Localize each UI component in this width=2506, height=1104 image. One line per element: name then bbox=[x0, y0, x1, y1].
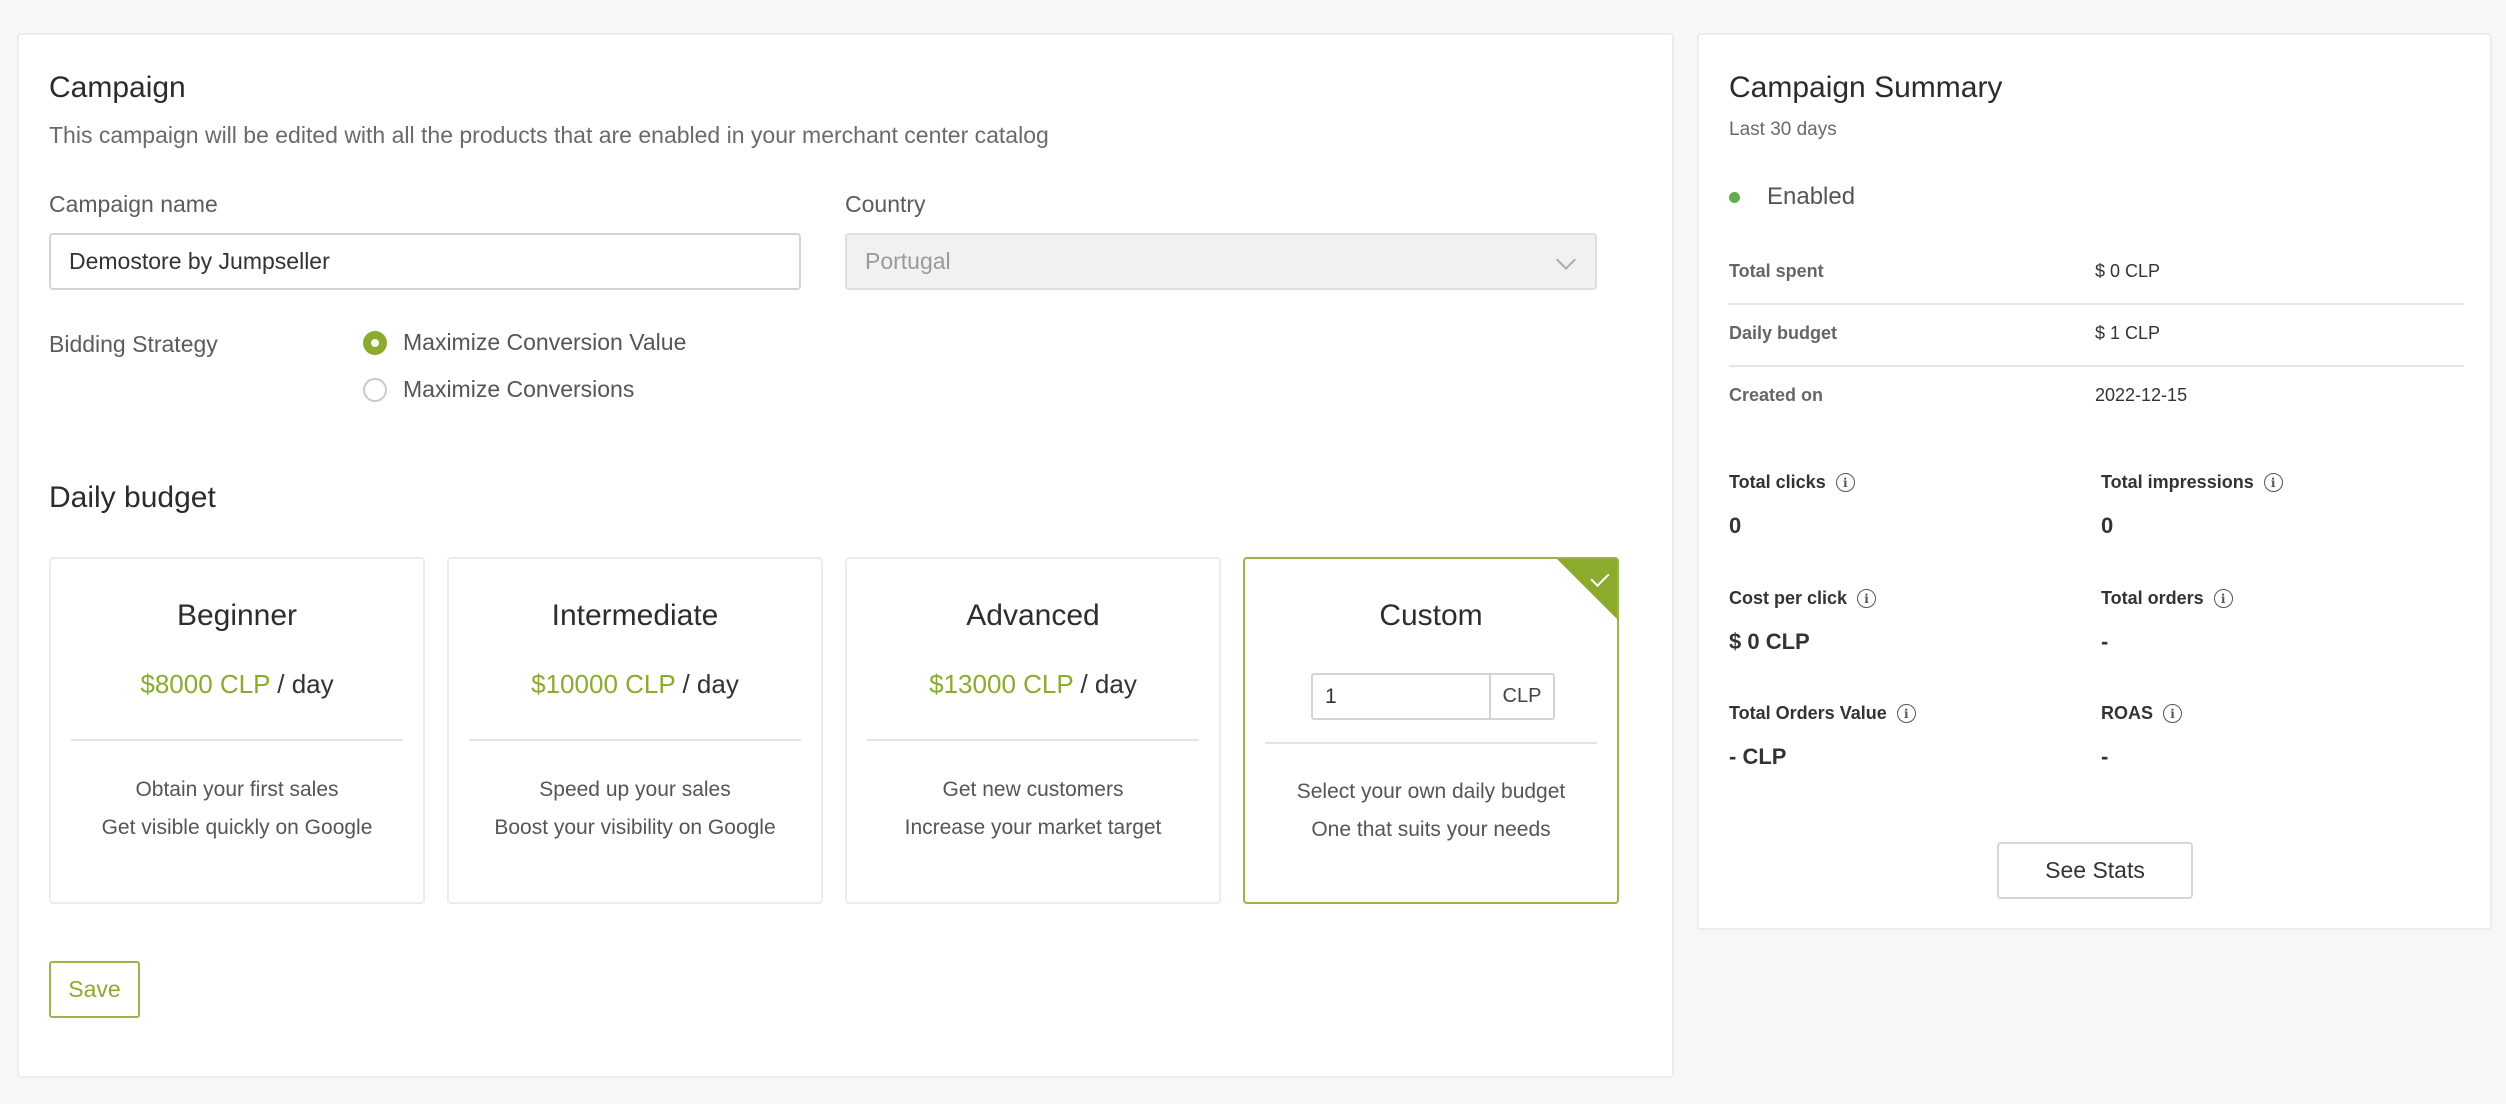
status-label: Enabled bbox=[1767, 183, 1856, 210]
card-desc-line: Select your own daily budget bbox=[1296, 780, 1566, 803]
info-icon[interactable]: i bbox=[1857, 589, 1877, 608]
daily-budget-title: Daily budget bbox=[49, 481, 216, 514]
card-description: Select your own daily budget One that su… bbox=[1245, 773, 1617, 849]
budget-card-advanced[interactable]: Advanced $13000 CLP / day Get new custom… bbox=[845, 557, 1221, 904]
radio-unchecked-icon[interactable] bbox=[363, 377, 387, 402]
summary-row-created-on: Created on 2022-12-15 bbox=[1729, 367, 2464, 429]
campaign-name-input[interactable]: Demostore by Jumpseller bbox=[49, 233, 801, 290]
info-icon[interactable]: i bbox=[2263, 473, 2283, 492]
campaign-panel: Campaign This campaign will be edited wi… bbox=[17, 33, 1674, 1078]
card-desc-line: Increase your market target bbox=[904, 816, 1162, 839]
divider bbox=[1265, 742, 1597, 744]
summary-row-label: Total spent bbox=[1729, 261, 1824, 281]
stat-cost-per-click: Cost per click i $ 0 CLP bbox=[1729, 588, 2089, 655]
card-description: Get new customers Increase your market t… bbox=[847, 771, 1219, 847]
stat-total-orders-value: Total Orders Value i - CLP bbox=[1729, 703, 2089, 770]
stat-value: 0 bbox=[1729, 513, 1742, 538]
card-desc-line: Obtain your first sales bbox=[135, 778, 339, 801]
stat-value: - CLP bbox=[1729, 744, 1787, 769]
summary-period: Last 30 days bbox=[1729, 119, 1837, 140]
summary-row-label: Daily budget bbox=[1729, 323, 1838, 343]
card-amount: $13000 CLP bbox=[929, 669, 1074, 699]
budget-card-custom[interactable]: Custom 1 CLP Select your own daily budge… bbox=[1243, 557, 1619, 904]
radio-label: Maximize Conversions bbox=[403, 376, 635, 402]
chevron-down-icon bbox=[1556, 250, 1576, 270]
card-per-day: / day bbox=[682, 669, 739, 699]
stat-label: Total impressions bbox=[2101, 472, 2254, 492]
stat-label: Cost per click bbox=[1729, 588, 1848, 608]
card-title: Advanced bbox=[966, 599, 1100, 632]
status-dot-icon bbox=[1729, 192, 1740, 203]
campaign-description: This campaign will be edited with all th… bbox=[49, 122, 1049, 148]
card-desc-line: Get new customers bbox=[942, 778, 1124, 801]
campaign-summary-panel: Campaign Summary Last 30 days Enabled To… bbox=[1697, 33, 2492, 930]
card-description: Obtain your first sales Get visible quic… bbox=[51, 771, 423, 847]
info-icon[interactable]: i bbox=[2213, 589, 2233, 608]
stat-value: - bbox=[2101, 744, 2109, 769]
bidding-strategy-label: Bidding Strategy bbox=[49, 331, 218, 357]
stat-label: ROAS bbox=[2101, 703, 2154, 723]
save-button[interactable]: Save bbox=[49, 961, 140, 1018]
budget-card-beginner[interactable]: Beginner $8000 CLP / day Obtain your fir… bbox=[49, 557, 425, 904]
custom-budget-input-group: 1 CLP bbox=[1311, 673, 1555, 720]
summary-row-value: $ 1 CLP bbox=[2095, 323, 2161, 343]
card-desc-line: Speed up your sales bbox=[539, 778, 731, 801]
budget-card-intermediate[interactable]: Intermediate $10000 CLP / day Speed up y… bbox=[447, 557, 823, 904]
card-amount: $10000 CLP bbox=[531, 669, 676, 699]
currency-addon: CLP bbox=[1491, 675, 1553, 718]
campaign-name-label: Campaign name bbox=[49, 191, 218, 217]
card-description: Speed up your sales Boost your visibilit… bbox=[449, 771, 821, 847]
stat-total-impressions: Total impressions i 0 bbox=[2101, 472, 2461, 539]
card-desc-line: One that suits your needs bbox=[1311, 818, 1551, 841]
card-per-day: / day bbox=[277, 669, 334, 699]
radio-checked-icon[interactable] bbox=[363, 330, 387, 355]
radio-label: Maximize Conversion Value bbox=[403, 329, 687, 355]
radio-maximize-conversions[interactable]: Maximize Conversions bbox=[363, 376, 634, 403]
divider bbox=[71, 739, 403, 741]
stat-label: Total clicks bbox=[1729, 472, 1826, 492]
country-select[interactable]: Portugal bbox=[845, 233, 1597, 290]
info-icon[interactable]: i bbox=[1896, 704, 1916, 723]
country-select-value: Portugal bbox=[865, 248, 951, 274]
info-icon[interactable]: i bbox=[1835, 473, 1855, 492]
card-desc-line: Get visible quickly on Google bbox=[101, 816, 373, 839]
stat-value: - bbox=[2101, 629, 2109, 654]
see-stats-button[interactable]: See Stats bbox=[1997, 842, 2193, 899]
card-price: $8000 CLP / day bbox=[51, 669, 423, 700]
stat-total-orders: Total orders i - bbox=[2101, 588, 2461, 655]
stat-label: Total Orders Value bbox=[1729, 703, 1887, 723]
summary-row-value: 2022-12-15 bbox=[2095, 385, 2188, 405]
card-per-day: / day bbox=[1080, 669, 1137, 699]
divider bbox=[469, 739, 801, 741]
summary-row-label: Created on bbox=[1729, 385, 1824, 405]
card-amount: $8000 CLP bbox=[140, 669, 271, 699]
summary-row-value: $ 0 CLP bbox=[2095, 261, 2161, 281]
divider bbox=[867, 739, 1199, 741]
summary-row-daily-budget: Daily budget $ 1 CLP bbox=[1729, 305, 2464, 367]
card-price: $13000 CLP / day bbox=[847, 669, 1219, 700]
summary-title: Campaign Summary bbox=[1729, 71, 2003, 104]
country-label: Country bbox=[845, 191, 926, 217]
stat-total-clicks: Total clicks i 0 bbox=[1729, 472, 2089, 539]
card-price: $10000 CLP / day bbox=[449, 669, 821, 700]
card-title: Beginner bbox=[176, 599, 298, 632]
stat-roas: ROAS i - bbox=[2101, 703, 2461, 770]
stat-value: 0 bbox=[2101, 513, 2114, 538]
card-title: Custom bbox=[1379, 599, 1483, 632]
card-desc-line: Boost your visibility on Google bbox=[494, 816, 776, 839]
stat-label: Total orders bbox=[2101, 588, 2204, 608]
stat-value: $ 0 CLP bbox=[1729, 629, 1810, 654]
radio-maximize-conversion-value[interactable]: Maximize Conversion Value bbox=[363, 329, 686, 356]
card-title: Intermediate bbox=[551, 599, 719, 632]
campaign-title: Campaign bbox=[49, 71, 186, 104]
custom-budget-input[interactable]: 1 bbox=[1313, 675, 1491, 718]
info-icon[interactable]: i bbox=[2163, 704, 2183, 723]
summary-row-total-spent: Total spent $ 0 CLP bbox=[1729, 243, 2464, 305]
